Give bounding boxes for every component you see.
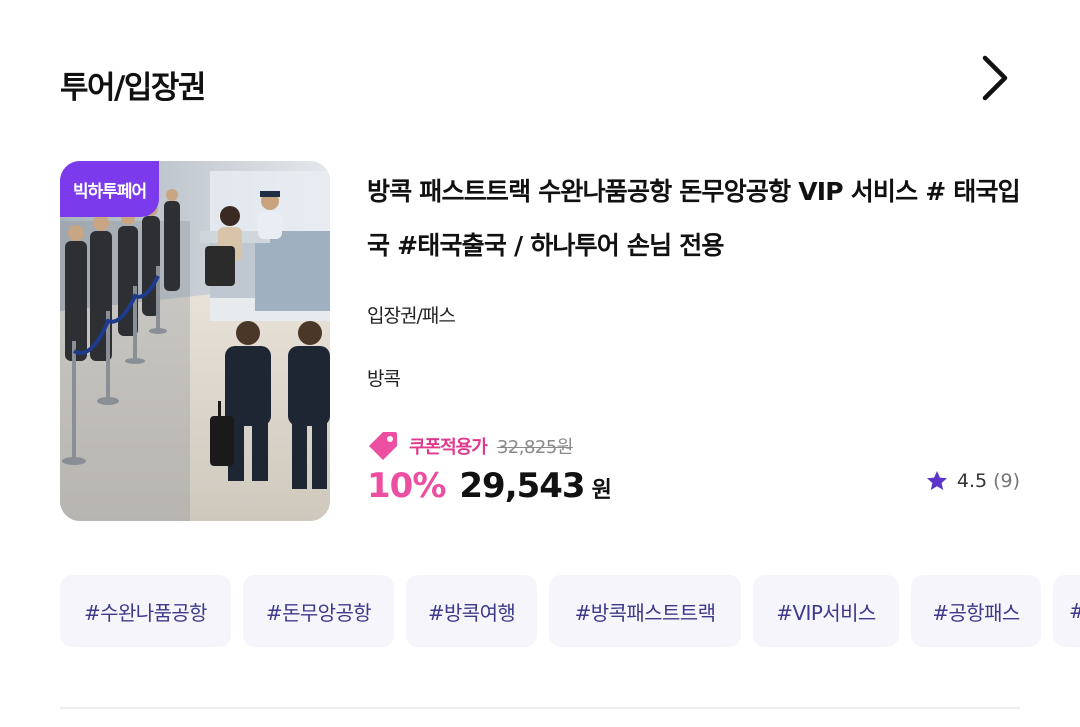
hashtag-chip[interactable]: #VIP서비스 (753, 575, 899, 647)
product-image[interactable]: 빅하투페어 (60, 161, 330, 521)
hashtag-chip[interactable]: #수완나품공항 (60, 575, 231, 647)
chevron-right-icon (982, 55, 1008, 101)
coupon-label: 쿠폰적용가 (409, 437, 488, 458)
section-title: 투어/입장권 (60, 70, 206, 106)
more-button[interactable] (970, 52, 1020, 104)
discount-rate: 10% (367, 466, 446, 506)
hashtag-list: #수완나품공항 #돈무앙공항 #방콕여행 #방콕패스트트랙 #VIP서비스 #공… (60, 575, 1080, 647)
hashtag-chip[interactable]: #돈무앙공항 (243, 575, 394, 647)
rating: 4.5 (9) (925, 469, 1020, 493)
coupon-tag-icon (369, 432, 397, 460)
hashtag-chip[interactable]: # (1053, 575, 1080, 647)
product-info: 방콕 패스트트랙 수완나품공항 돈무앙공항 VIP 서비스 # 태국입국 #태국… (367, 161, 1021, 523)
section-header: 투어/입장권 (60, 52, 1020, 112)
hashtag-chip[interactable]: #방콕여행 (406, 575, 537, 647)
sale-price: 29,543 (459, 466, 585, 506)
product-category: 입장권/패스 (367, 305, 456, 327)
product-title[interactable]: 방콕 패스트트랙 수완나품공항 돈무앙공항 VIP 서비스 # 태국입국 #태국… (367, 165, 1021, 273)
price-row: 10% 29,543 원 (367, 466, 612, 512)
promo-badge: 빅하투페어 (60, 161, 160, 217)
original-price: 32,825원 (496, 437, 574, 458)
coupon-row: 쿠폰적용가 32,825원 (367, 429, 573, 463)
rating-score: 4.5 (956, 470, 988, 492)
product-location: 방콕 (367, 368, 401, 390)
product-card[interactable]: 빅하투페어 방콕 패스트트랙 수완나품공항 돈무앙공항 VIP 서비스 # 태국… (60, 161, 1021, 523)
review-count: (9) (993, 470, 1020, 492)
hashtag-chip[interactable]: #공항패스 (911, 575, 1041, 647)
currency-unit: 원 (591, 478, 612, 503)
star-icon (926, 471, 947, 490)
hashtag-chip[interactable]: #방콕패스트트랙 (549, 575, 741, 647)
section-divider (60, 707, 1020, 709)
